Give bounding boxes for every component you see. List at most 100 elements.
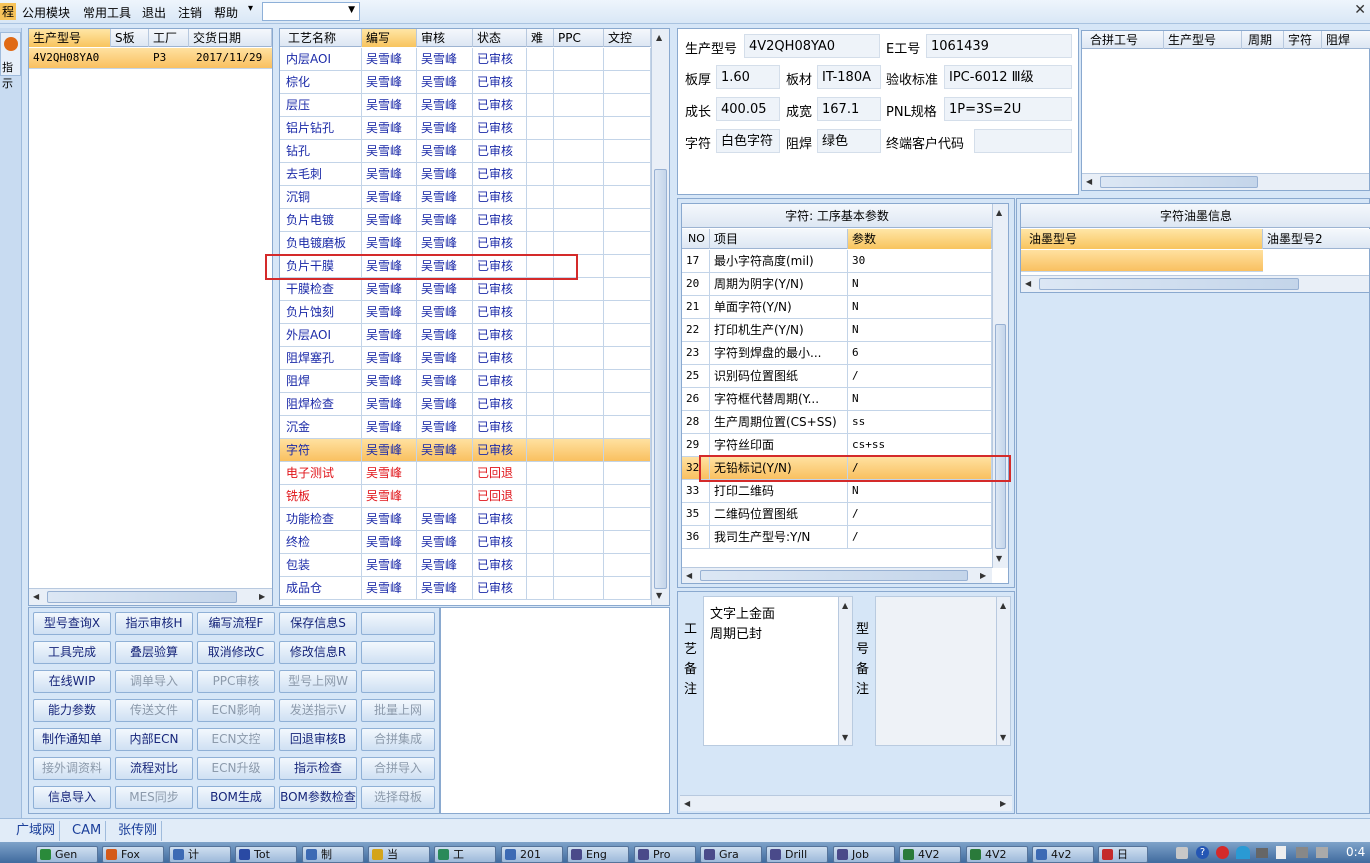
table-row[interactable]: 负电镀磨板 吴雪峰 吴雪峰 已审核 [280,232,651,255]
action-button[interactable]: 指示检查 [279,757,357,780]
table-row[interactable]: 23 字符到焊盘的最小... 6 [682,342,992,365]
action-button[interactable]: 内部ECN [115,728,193,751]
col-merge-char[interactable]: 字符 [1284,31,1322,49]
action-button[interactable]: 修改信息R [279,641,357,664]
menu-item-logout[interactable]: 注销 [178,4,202,21]
action-button[interactable]: 制作通知单 [33,728,111,751]
menu-item-partial[interactable]: 程 [0,3,17,20]
close-icon[interactable]: ✕ [1354,2,1366,18]
monitor-icon[interactable] [1316,847,1328,858]
taskbar-button[interactable]: Tot [235,846,297,863]
table-row[interactable]: 干膜检查 吴雪峰 吴雪峰 已审核 [280,278,651,301]
table-row[interactable]: 阻焊 吴雪峰 吴雪峰 已审核 [280,370,651,393]
scroll-thumb[interactable] [1039,278,1299,290]
menu-overflow-arrow[interactable]: ▾ [248,3,253,14]
scroll-up-icon[interactable]: ▲ [1000,601,1006,610]
col-doc-control[interactable]: 文控 [604,29,651,47]
taskbar-button[interactable]: 4V2 [899,846,961,863]
action-button[interactable]: ECN影响 [197,699,275,722]
scroll-down-icon[interactable]: ▼ [656,591,662,600]
col-factory[interactable]: 工厂 [149,29,189,47]
menu-item-common[interactable]: 公用模块 [22,4,70,21]
help-icon[interactable]: ? [1196,846,1209,859]
col-merge-id[interactable]: 合拼工号 [1082,31,1164,49]
remark-vscrollbar[interactable]: ▲ ▼ [838,597,852,745]
scroll-thumb[interactable] [47,591,237,603]
table-row[interactable]: 字符 吴雪峰 吴雪峰 已审核 [280,439,651,462]
field-material[interactable]: IT-180A [817,65,881,89]
table-row[interactable]: 20 周期为阴字(Y/N) N [682,273,992,296]
params-vscrollbar[interactable]: ▲ ▼ [992,204,1008,568]
taskbar-button[interactable]: Eng [567,846,629,863]
table-row[interactable]: 铣板 吴雪峰 已回退 [280,485,651,508]
action-button[interactable]: BOM参数检查 [279,786,357,809]
table-row[interactable]: 17 最小字符高度(mil) 30 [682,250,992,273]
table-row[interactable]: 36 我司生产型号:Y/N / [682,526,992,549]
taskbar-button[interactable]: 计 [169,846,231,863]
field-mask[interactable]: 绿色 [817,129,881,153]
col-model[interactable]: 生产型号 [29,29,111,47]
scroll-up-icon[interactable]: ▲ [996,208,1002,217]
field-pnl[interactable]: 1P=3S=2U [944,97,1072,121]
scroll-left-icon[interactable]: ◀ [33,592,39,601]
col-writer[interactable]: 编写 [362,29,417,47]
scroll-left-icon[interactable]: ◀ [1086,177,1092,186]
model-list-hscrollbar[interactable]: ◀ ▶ [29,588,272,605]
action-button[interactable]: PPC审核 [197,670,275,693]
ink-row[interactable] [1021,250,1263,272]
field-char[interactable]: 白色字符 [716,129,780,153]
action-button[interactable]: 保存信息S [279,612,357,635]
action-button[interactable]: 接外调资料 [33,757,111,780]
scroll-right-icon[interactable]: ▶ [259,592,265,601]
table-row[interactable]: 35 二维码位置图纸 / [682,503,992,526]
clock[interactable]: 0:4 [1346,845,1365,859]
taskbar-button[interactable]: 4V2 [966,846,1028,863]
scroll-up-icon[interactable]: ▲ [656,33,662,42]
table-row[interactable]: 铝片钻孔 吴雪峰 吴雪峰 已审核 [280,117,651,140]
scroll-thumb[interactable] [1100,176,1258,188]
table-row[interactable]: 阻焊检查 吴雪峰 吴雪峰 已审核 [280,393,651,416]
table-row[interactable]: 22 打印机生产(Y/N) N [682,319,992,342]
action-button[interactable]: 工具完成 [33,641,111,664]
action-button[interactable]: ECN升级 [197,757,275,780]
table-row[interactable]: 负片电镀 吴雪峰 吴雪峰 已审核 [280,209,651,232]
table-row[interactable]: 21 单面字符(Y/N) N [682,296,992,319]
scroll-up-icon[interactable]: ▲ [842,601,848,610]
table-row[interactable]: 包装 吴雪峰 吴雪峰 已审核 [280,554,651,577]
field-eng[interactable]: 1061439 [926,34,1072,58]
scroll-thumb[interactable] [654,169,667,589]
action-button[interactable]: 叠层验算 [115,641,193,664]
col-merge-mask[interactable]: 阻焊 [1322,31,1370,49]
scroll-thumb[interactable] [700,570,968,581]
col-no[interactable]: NO [682,229,710,249]
table-row[interactable]: 沉铜 吴雪峰 吴雪峰 已审核 [280,186,651,209]
scroll-right-icon[interactable]: ▶ [1000,799,1006,808]
table-row[interactable]: 功能检查 吴雪峰 吴雪峰 已审核 [280,508,651,531]
taskbar-button[interactable]: Gen [36,846,98,863]
action-button[interactable]: 编写流程F [197,612,275,635]
menu-item-tools[interactable]: 常用工具 [83,4,131,21]
action-button[interactable]: 取消修改C [197,641,275,664]
action-button[interactable]: 合拼导入 [361,757,435,780]
process-remark-box[interactable]: 文字上金面 周期已封 ▲ ▼ [703,596,853,746]
action-button[interactable]: 传送文件 [115,699,193,722]
taskbar-button[interactable]: 当 [368,846,430,863]
action-button[interactable]: 发送指示V [279,699,357,722]
table-row[interactable]: 棕化 吴雪峰 吴雪峰 已审核 [280,71,651,94]
menu-item-exit[interactable]: 退出 [142,4,166,21]
table-row[interactable]: 26 字符框代替周期(Y... N [682,388,992,411]
action-button[interactable]: 选择母板 [361,786,435,809]
process-vscrollbar[interactable]: ▲ ▼ [651,29,669,605]
table-row[interactable]: 终检 吴雪峰 吴雪峰 已审核 [280,531,651,554]
taskbar-button[interactable]: 4v2 [1032,846,1094,863]
menu-combo-box[interactable]: ▼ [262,2,360,21]
table-row[interactable]: 25 识别码位置图纸 / [682,365,992,388]
field-thickness[interactable]: 1.60 [716,65,780,89]
table-row[interactable]: 层压 吴雪峰 吴雪峰 已审核 [280,94,651,117]
taskbar-button[interactable]: Pro [634,846,696,863]
remark-vscrollbar[interactable]: ▲ ▼ [996,597,1010,745]
action-button[interactable]: BOM生成 [197,786,275,809]
params-hscrollbar[interactable]: ◀ ▶ [682,567,992,583]
instruction-button[interactable]: 指示 [0,32,21,90]
empty-button[interactable] [361,612,435,635]
